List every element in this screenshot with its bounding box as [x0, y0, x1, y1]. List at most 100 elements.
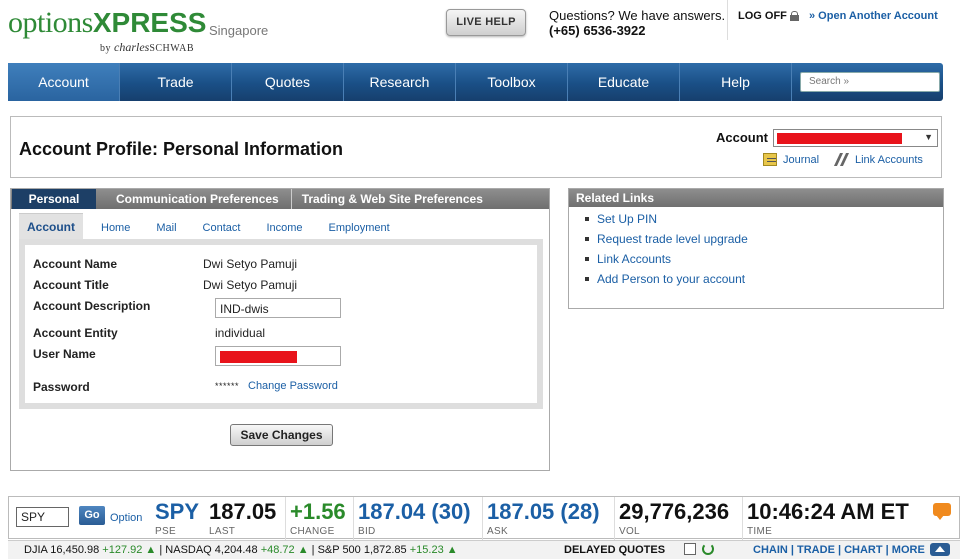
quote-time: 10:46:24 AM ET — [747, 499, 909, 524]
sp500-value: | S&P 500 1,872.85 — [311, 544, 407, 556]
chat-icon[interactable] — [933, 503, 951, 520]
quote-symbol: SPY — [155, 499, 200, 524]
tab-trading-web-preferences[interactable]: Trading & Web Site Preferences — [290, 189, 493, 209]
link-accounts-icon — [833, 153, 849, 166]
account-select[interactable]: ▼ — [773, 129, 938, 147]
quote-ask-label: ASK — [487, 526, 508, 537]
quote-last-cell: 187.05 LAST — [205, 497, 285, 540]
log-off-label: LOG OFF — [738, 10, 787, 22]
quote-exchange: PSE — [155, 526, 176, 537]
account-form: Account Name Dwi Setyo Pamuji Account Ti… — [19, 239, 543, 409]
region-label: Singapore — [209, 23, 269, 38]
phone-number: (+65) 6536-3922 — [549, 23, 646, 38]
search-input[interactable]: Search » — [800, 72, 940, 92]
quote-time-cell: 10:46:24 AM ET TIME — [742, 497, 959, 540]
delayed-quotes-label: DELAYED QUOTES — [564, 544, 666, 556]
quote-change: +1.56 — [290, 499, 346, 524]
account-select-label: Account — [716, 130, 768, 145]
redacted-user-name — [220, 351, 297, 363]
link-accounts-link[interactable]: Link Accounts — [833, 153, 923, 166]
djia-change: +127.92 ▲ — [102, 544, 157, 556]
quote-time-label: TIME — [747, 526, 773, 537]
related-links-title: Related Links — [569, 189, 943, 207]
related-links-panel: Related Links Set Up PIN Request trade l… — [568, 188, 944, 309]
live-help-button[interactable]: LIVE HELP — [446, 9, 526, 36]
subtab-employment[interactable]: Employment — [316, 222, 403, 239]
password-mask: ****** — [215, 381, 240, 391]
account-title-label: Account Title — [33, 278, 109, 292]
logo-byline: by charlesSCHWAB — [100, 40, 195, 54]
nav-toolbox[interactable]: Toolbox — [456, 63, 568, 101]
subtab-contact[interactable]: Contact — [190, 222, 254, 239]
quote-bid-label: BID — [358, 526, 376, 537]
go-button[interactable]: Go — [79, 506, 105, 525]
expand-up-button[interactable] — [930, 543, 950, 556]
quote-ask: 187.05 (28) — [487, 499, 600, 524]
user-name-input[interactable] — [215, 346, 341, 366]
related-link-trade-level[interactable]: Request trade level upgrade — [585, 232, 748, 252]
nav-account[interactable]: Account — [8, 63, 120, 101]
main-navbar: Account Trade Quotes Research Toolbox Ed… — [8, 63, 943, 101]
refresh-icon[interactable] — [702, 543, 714, 555]
quote-bar: SPY Go Option SPY PSE 187.05 LAST +1.56 … — [8, 496, 960, 540]
user-name-label: User Name — [33, 347, 96, 361]
account-entity-label: Account Entity — [33, 326, 118, 340]
questions-text: Questions? We have answers. — [549, 8, 726, 23]
sub-tab-bar: Account Home Mail Contact Income Employm… — [19, 213, 403, 239]
nav-quotes[interactable]: Quotes — [232, 63, 344, 101]
chain-trade-chart-more-links[interactable]: CHAIN | TRADE | CHART | MORE — [753, 544, 925, 556]
tab-communication-preferences[interactable]: Communication Preferences — [106, 189, 289, 209]
page-title: Account Profile: Personal Information — [19, 139, 344, 159]
optionsxpress-logo[interactable]: optionsXPRESS by charlesSCHWAB — [8, 6, 206, 56]
market-ticker: DJIA 16,450.98 +127.92 ▲ | NASDAQ 4,204.… — [8, 540, 960, 559]
sp500-change: +15.23 ▲ — [409, 544, 458, 556]
related-link-setup-pin[interactable]: Set Up PIN — [585, 212, 748, 232]
personal-info-panel: Personal Communication Preferences Tradi… — [10, 188, 550, 471]
account-description-input[interactable]: IND-dwis — [215, 298, 341, 318]
option-link[interactable]: Option — [110, 512, 142, 524]
quote-last: 187.05 — [209, 499, 277, 524]
nav-educate[interactable]: Educate — [568, 63, 680, 101]
main-tab-bar: Personal Communication Preferences Tradi… — [11, 189, 549, 209]
quote-last-label: LAST — [209, 526, 236, 537]
header-divider — [727, 0, 728, 40]
header: optionsXPRESS by charlesSCHWAB Singapore… — [0, 0, 967, 62]
quote-volume: 29,776,236 — [619, 499, 730, 524]
related-link-add-person[interactable]: Add Person to your account — [585, 272, 748, 292]
password-label: Password — [33, 380, 90, 394]
journal-link[interactable]: Journal — [763, 153, 819, 166]
account-name-value: Dwi Setyo Pamuji — [203, 257, 298, 271]
related-links-list: Set Up PIN Request trade level upgrade L… — [585, 212, 748, 292]
change-password-link[interactable]: Change Password — [248, 380, 338, 392]
nav-help[interactable]: Help — [680, 63, 792, 101]
lock-icon — [789, 11, 799, 21]
subtab-mail[interactable]: Mail — [143, 222, 189, 239]
nasdaq-value: | NASDAQ 4,204.48 — [159, 544, 258, 556]
subtab-account[interactable]: Account — [19, 213, 83, 239]
quote-volume-cell: 29,776,236 VOL — [614, 497, 742, 540]
open-another-account-link[interactable]: » Open Another Account — [809, 10, 938, 22]
account-name-label: Account Name — [33, 257, 118, 271]
account-form-inner: Account Name Dwi Setyo Pamuji Account Ti… — [25, 245, 537, 403]
nav-trade[interactable]: Trade — [120, 63, 232, 101]
redacted-account-number — [777, 133, 902, 144]
chevron-down-icon: ▼ — [924, 132, 933, 142]
djia-value: DJIA 16,450.98 — [24, 544, 100, 556]
quote-symbol-cell: SPY PSE — [151, 497, 203, 540]
nasdaq-change: +48.72 ▲ — [260, 544, 309, 556]
delayed-quotes-checkbox[interactable] — [684, 543, 696, 555]
quote-volume-label: VOL — [619, 526, 640, 537]
quote-bid-cell: 187.04 (30) BID — [353, 497, 481, 540]
quote-ask-cell: 187.05 (28) ASK — [482, 497, 612, 540]
logo-wordmark: optionsXPRESS — [8, 6, 207, 39]
symbol-input[interactable]: SPY — [16, 507, 69, 527]
tab-personal[interactable]: Personal — [12, 189, 96, 209]
subtab-income[interactable]: Income — [253, 222, 315, 239]
subtab-home[interactable]: Home — [83, 222, 143, 239]
log-off-link[interactable]: LOG OFF — [738, 10, 799, 22]
nav-research[interactable]: Research — [344, 63, 456, 101]
journal-icon — [763, 153, 777, 166]
index-ticker: DJIA 16,450.98 +127.92 ▲ | NASDAQ 4,204.… — [24, 544, 458, 556]
related-link-link-accounts[interactable]: Link Accounts — [585, 252, 748, 272]
save-changes-button[interactable]: Save Changes — [230, 424, 333, 446]
